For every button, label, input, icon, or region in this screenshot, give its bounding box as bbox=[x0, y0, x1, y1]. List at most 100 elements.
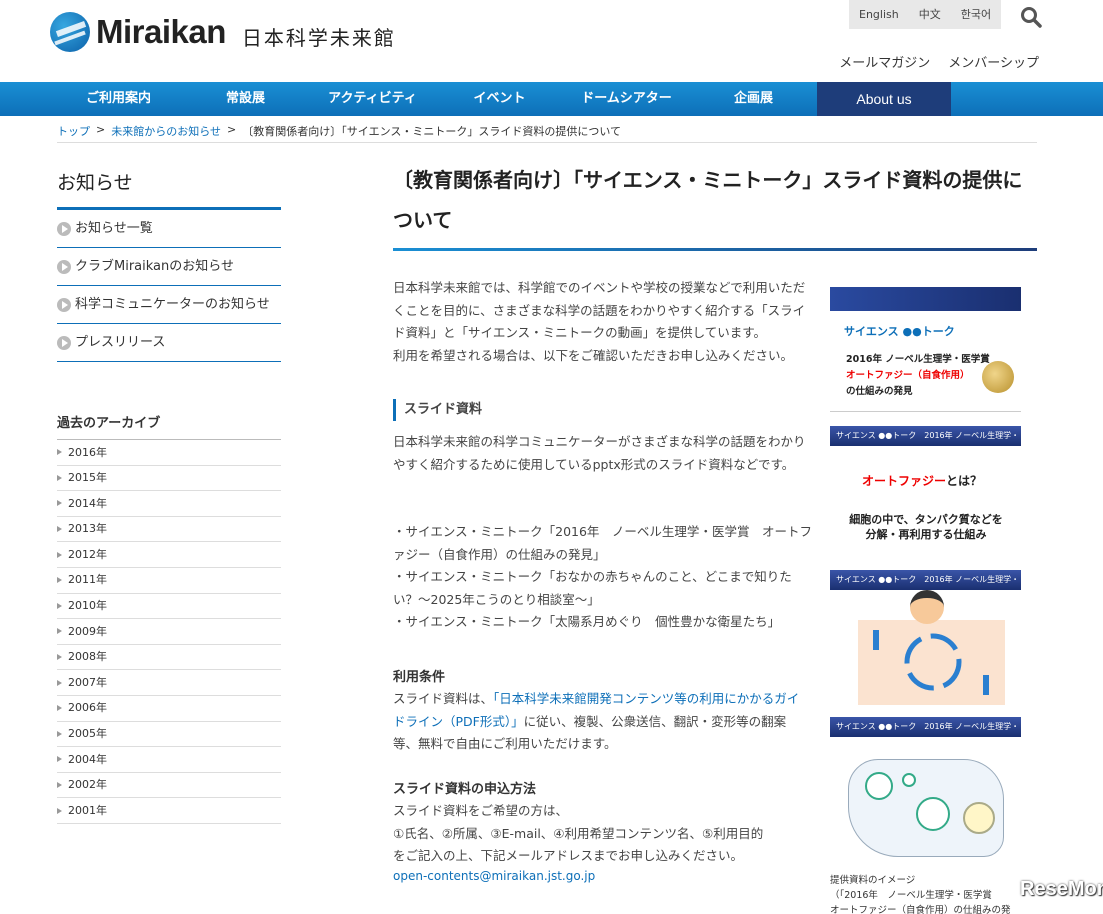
sidebar: お知らせ お知らせ一覧 クラブMiraikanのお知らせ 科学コミュニケーターの… bbox=[57, 168, 281, 824]
intro-paragraph: 日本科学未来館では、科学館でのイベントや学校の授業などで利用いただくことを目的に… bbox=[393, 280, 806, 341]
sidebar-item-club[interactable]: クラブMiraikanのお知らせ bbox=[57, 248, 281, 286]
archive-year: 2014年 bbox=[68, 496, 107, 510]
breadcrumb-separator: > bbox=[96, 123, 106, 136]
triangle-icon bbox=[57, 526, 62, 533]
archive-title: 過去のアーカイブ bbox=[57, 412, 281, 440]
slide-description: 日本科学未来館の科学コミュニケーターがさまざまな科学の話題をわかりやすく紹介する… bbox=[393, 434, 806, 472]
membership-link[interactable]: メンバーシップ bbox=[948, 52, 1039, 71]
circle-arrow-icon bbox=[57, 259, 71, 274]
slide-cover-line: 2016年 ノーベル生理学・医学賞 bbox=[846, 354, 990, 365]
archive-item[interactable]: 2001年 bbox=[57, 798, 281, 824]
triangle-icon bbox=[57, 628, 62, 635]
nav-permanent-exhibits[interactable]: 常設展 bbox=[182, 82, 309, 116]
breadcrumb-separator: > bbox=[227, 123, 237, 136]
lang-korean[interactable]: 한국어 bbox=[951, 0, 1001, 29]
slide-answer: 細胞の中で、タンパク質などを 分解・再利用する仕組み bbox=[840, 512, 1012, 542]
logo-text: Miraikan bbox=[96, 13, 226, 50]
nav-about-us[interactable]: About us bbox=[817, 82, 951, 116]
watermark-logo: ReseMom bbox=[1020, 878, 1103, 900]
apply-line: ①氏名、②所属、③E-mail、④利用希望コンテンツ名、⑤利用目的 bbox=[393, 825, 764, 841]
caption-line: オートファジー（自食作用）の仕組みの発見」より） bbox=[830, 905, 1011, 914]
slide-cover-line: の仕組みの発見 bbox=[846, 386, 913, 397]
protein-cycle-diagram bbox=[858, 620, 1005, 705]
slide-preview-images: サイエンス ●●トーク 2016年 ノーベル生理学・医学賞 オートファジー（自食… bbox=[830, 287, 1021, 914]
organelle-icon bbox=[865, 772, 995, 834]
archive-year: 2005年 bbox=[68, 727, 107, 741]
divider bbox=[57, 142, 1037, 143]
triangle-icon bbox=[57, 500, 62, 507]
triangle-icon bbox=[57, 807, 62, 814]
section-heading-slides: スライド資料 bbox=[393, 399, 482, 421]
sidebar-item-all-news[interactable]: お知らせ一覧 bbox=[57, 210, 281, 248]
slide-answer-line: 分解・再利用する仕組み bbox=[865, 528, 987, 541]
cell-illustration-icon bbox=[848, 759, 1004, 857]
sidebar-item-communicator[interactable]: 科学コミュニケーターのお知らせ bbox=[57, 286, 281, 324]
archive-item[interactable]: 2009年 bbox=[57, 619, 281, 645]
archive-item[interactable]: 2011年 bbox=[57, 568, 281, 594]
utility-links: メールマガジン メンバーシップ bbox=[839, 52, 1039, 71]
slide-bar: サイエンス ●●トーク 2016年 ノーベル生理学・医学賞 bbox=[830, 426, 1021, 460]
apply-line: をご記入の上、下記メールアドレスまでお申し込みください。 bbox=[393, 848, 744, 864]
triangle-icon bbox=[57, 654, 62, 661]
email-link[interactable]: open-contents@miraikan.jst.go.jp bbox=[393, 869, 595, 883]
slide-answer-line: 細胞の中で、タンパク質などを bbox=[849, 513, 1003, 526]
triangle-icon bbox=[57, 756, 62, 763]
nav-guide[interactable]: ご利用案内 bbox=[55, 82, 182, 116]
slide-question: オートファジーとは？ bbox=[862, 472, 982, 489]
archive-year: 2007年 bbox=[68, 675, 107, 689]
sidebar-item-label: プレスリリース bbox=[75, 334, 166, 350]
circle-arrow-icon bbox=[57, 221, 71, 236]
archive-item[interactable]: 2013年 bbox=[57, 517, 281, 543]
slide-diagram-image: サイエンス ●●トーク 2016年 ノーベル生理学・医学賞 bbox=[830, 570, 1021, 710]
archive-item[interactable]: 2002年 bbox=[57, 773, 281, 799]
terms-heading: 利用条件 bbox=[393, 670, 446, 685]
archive-item[interactable]: 2015年 bbox=[57, 466, 281, 492]
apply-text: スライド資料をご希望の方は、 ①氏名、②所属、③E-mail、④利用希望コンテン… bbox=[393, 800, 811, 868]
slide-cover-image: サイエンス ●●トーク 2016年 ノーベル生理学・医学賞 オートファジー（自食… bbox=[830, 287, 1021, 412]
page-title-text: 〔教育関係者向け〕「サイエンス・ミニトーク」スライド資料の提供について bbox=[393, 168, 1023, 232]
sidebar-list: お知らせ一覧 クラブMiraikanのお知らせ 科学コミュニケーターのお知らせ … bbox=[57, 210, 281, 362]
triangle-icon bbox=[57, 551, 62, 558]
archive-item[interactable]: 2005年 bbox=[57, 722, 281, 748]
breadcrumb-parent[interactable]: 未来館からのお知らせ bbox=[111, 123, 221, 139]
circle-arrow-icon bbox=[57, 297, 71, 312]
archive-year: 2001年 bbox=[68, 803, 107, 817]
archive-year: 2002年 bbox=[68, 778, 107, 792]
archive-item[interactable]: 2007年 bbox=[57, 670, 281, 696]
search-icon[interactable] bbox=[1020, 6, 1042, 28]
nav-activities[interactable]: アクティビティ bbox=[309, 82, 436, 116]
nav-events[interactable]: イベント bbox=[436, 82, 563, 116]
archive-item[interactable]: 2004年 bbox=[57, 747, 281, 773]
triangle-icon bbox=[57, 449, 62, 456]
archive-item[interactable]: 2010年 bbox=[57, 594, 281, 620]
triangle-icon bbox=[57, 474, 62, 481]
archive-item[interactable]: 2008年 bbox=[57, 645, 281, 671]
lang-chinese[interactable]: 中文 bbox=[909, 0, 951, 29]
sidebar-title: お知らせ bbox=[57, 168, 281, 210]
triangle-icon bbox=[57, 602, 62, 609]
sidebar-item-label: クラブMiraikanのお知らせ bbox=[75, 258, 234, 274]
archive-item[interactable]: 2014年 bbox=[57, 491, 281, 517]
archive-item[interactable]: 2016年 bbox=[57, 440, 281, 466]
slide-cell-image: サイエンス ●●トーク 2016年 ノーベル生理学・医学賞 bbox=[830, 717, 1021, 867]
archive-list: 2016年 2015年 2014年 2013年 2012年 2011年 2010… bbox=[57, 440, 281, 824]
nav-dome-theater[interactable]: ドームシアター bbox=[563, 82, 690, 116]
lang-english[interactable]: English bbox=[849, 0, 909, 29]
archive-year: 2009年 bbox=[68, 624, 107, 638]
archive-year: 2012年 bbox=[68, 547, 107, 561]
slide-list: ・サイエンス・ミニトーク「2016年 ノーベル生理学・医学賞 オートファジー（自… bbox=[393, 521, 813, 634]
caption-line: （「2016年 ノーベル生理学・医学賞 bbox=[830, 890, 992, 901]
archive-item[interactable]: 2006年 bbox=[57, 696, 281, 722]
nav-special-exhibits[interactable]: 企画展 bbox=[690, 82, 817, 116]
sidebar-item-label: お知らせ一覧 bbox=[75, 220, 153, 236]
title-underline bbox=[393, 248, 1037, 251]
site-logo[interactable]: Miraikan 日本科学未来館 bbox=[50, 12, 396, 52]
circle-arrow-icon bbox=[57, 335, 71, 350]
mail-magazine-link[interactable]: メールマガジン bbox=[839, 52, 930, 71]
sidebar-item-press[interactable]: プレスリリース bbox=[57, 324, 281, 362]
site-header: Miraikan 日本科学未来館 English 中文 한국어 メールマガジン … bbox=[0, 0, 1103, 82]
triangle-icon bbox=[57, 705, 62, 712]
breadcrumb-home[interactable]: トップ bbox=[57, 123, 90, 139]
archive-item[interactable]: 2012年 bbox=[57, 542, 281, 568]
slide-list-item: ・サイエンス・ミニトーク「太陽系月めぐり 個性豊かな衛星たち」 bbox=[393, 614, 781, 630]
